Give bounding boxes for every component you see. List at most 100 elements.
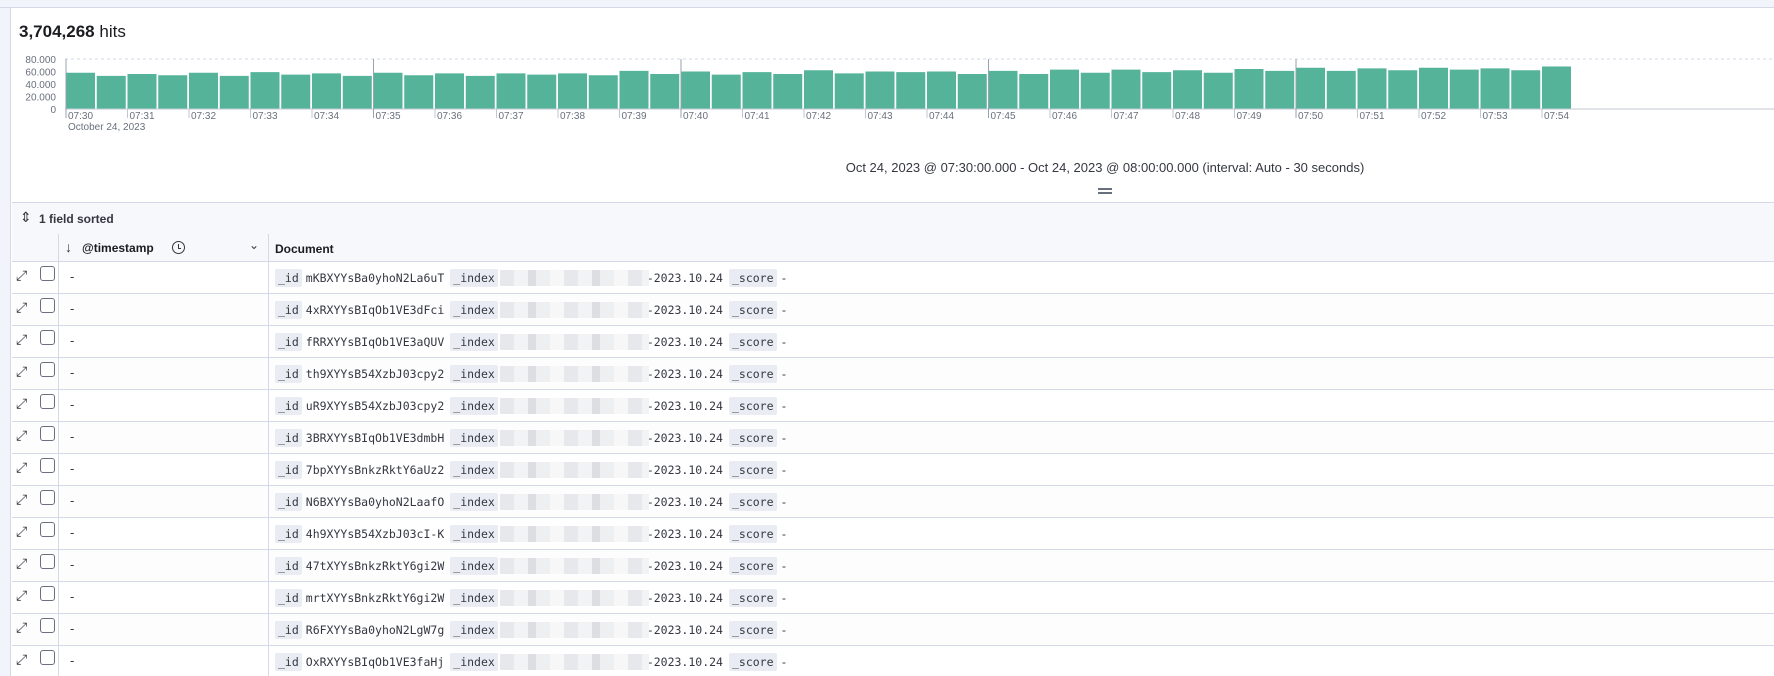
expand-icon[interactable]: ⤢: [16, 395, 27, 412]
expand-icon[interactable]: ⤢: [16, 555, 27, 572]
histogram-bar[interactable]: [1326, 70, 1356, 109]
expand-icon[interactable]: ⤢: [16, 427, 27, 444]
histogram-bar[interactable]: [1357, 68, 1387, 109]
histogram-bar[interactable]: [896, 72, 926, 109]
sort-descending-icon[interactable]: ↓: [65, 239, 72, 255]
expand-icon[interactable]: ⤢: [16, 619, 27, 636]
histogram-bar[interactable]: [834, 73, 864, 109]
histogram-chart[interactable]: 80.000 60.00040.000 20.0000 07:30 07:31 07:32…: [11, 56, 1774, 152]
expand-icon[interactable]: ⤢: [16, 651, 27, 668]
histogram-bar[interactable]: [927, 71, 956, 110]
header-document-column[interactable]: Document: [269, 234, 1774, 262]
histogram-bar[interactable]: [1019, 74, 1049, 109]
row-checkbox[interactable]: [40, 554, 55, 569]
histogram-bar[interactable]: [404, 75, 434, 109]
histogram-bar[interactable]: [281, 74, 311, 109]
table-row[interactable]: ⤢ - _id 4h9XYYsB54XzbJ03cI-K _index -2023.10.…: [12, 518, 1774, 550]
table-row[interactable]: ⤢ - _id mrtXYYsBnkzRktY6gi2W _index -2023.10.…: [12, 582, 1774, 614]
x-tick-label: 07:30: [68, 111, 93, 122]
histogram-bar[interactable]: [342, 75, 372, 109]
histogram-bar[interactable]: [527, 74, 557, 109]
row-checkbox[interactable]: [40, 586, 55, 601]
sort-fields-button[interactable]: 1 field sorted: [39, 212, 114, 226]
histogram-bar[interactable]: [465, 75, 495, 109]
histogram-bar[interactable]: [681, 71, 710, 110]
table-row[interactable]: ⤢ - _id 4xRXYYsBIqOb1VE3dFci _index -2023.10.…: [12, 294, 1774, 326]
histogram-bar[interactable]: [219, 75, 249, 109]
histogram-bar[interactable]: [1080, 72, 1110, 109]
sort-fields-icon[interactable]: ⇕: [20, 209, 32, 226]
row-checkbox[interactable]: [40, 330, 55, 345]
histogram-bar[interactable]: [1388, 70, 1418, 109]
histogram-bar[interactable]: [496, 73, 526, 109]
histogram-bar[interactable]: [158, 75, 188, 109]
histogram-bar[interactable]: [373, 72, 403, 109]
histogram-bar[interactable]: [619, 70, 649, 109]
histogram-bar[interactable]: [1419, 67, 1448, 109]
chevron-down-icon[interactable]: ⌄: [249, 238, 259, 252]
histogram-bar[interactable]: [66, 72, 95, 109]
histogram-bar[interactable]: [96, 75, 126, 109]
expand-icon[interactable]: ⤢: [16, 331, 27, 348]
histogram-bar[interactable]: [435, 73, 464, 109]
histogram-bar[interactable]: [988, 70, 1018, 109]
histogram-bar[interactable]: [804, 70, 833, 109]
resize-handle[interactable]: [1098, 188, 1112, 194]
row-checkbox[interactable]: [40, 522, 55, 537]
table-row[interactable]: ⤢ - _id OxRXYYsBIqOb1VE3faHj _index -2023.10.…: [12, 646, 1774, 676]
table-row[interactable]: ⤢ - _id uR9XYYsB54XzbJ03cpy2 _index -2023.10.…: [12, 390, 1774, 422]
histogram-bar[interactable]: [1050, 69, 1079, 109]
histogram-bar[interactable]: [773, 74, 803, 109]
timestamp-cell: -: [59, 518, 269, 549]
expand-icon[interactable]: ⤢: [16, 363, 27, 380]
histogram-bar[interactable]: [558, 73, 587, 109]
histogram-bar[interactable]: [1480, 68, 1510, 109]
histogram-bar[interactable]: [1265, 70, 1295, 109]
table-row[interactable]: ⤢ - _id N6BXYYsBa0yhoN2LaafO _index -2023.10.…: [12, 486, 1774, 518]
table-row[interactable]: ⤢ - _id 3BRXYYsBIqOb1VE3dmbH _index -2023.10.…: [12, 422, 1774, 454]
row-checkbox[interactable]: [40, 298, 55, 313]
histogram-bar[interactable]: [957, 74, 987, 109]
histogram-bar[interactable]: [1173, 70, 1202, 109]
row-checkbox[interactable]: [40, 362, 55, 377]
table-row[interactable]: ⤢ - _id fRRXYYsBIqOb1VE3aQUV _index -2023.10.…: [12, 326, 1774, 358]
row-checkbox[interactable]: [40, 650, 55, 665]
histogram-bar[interactable]: [1511, 70, 1541, 109]
table-row[interactable]: ⤢ - _id 7bpXYYsBnkzRktY6aUz2 _index -2023.10.…: [12, 454, 1774, 486]
row-checkbox[interactable]: [40, 426, 55, 441]
expand-icon[interactable]: ⤢: [16, 267, 27, 284]
timestamp-cell: -: [59, 582, 269, 613]
histogram-bar[interactable]: [127, 74, 157, 109]
histogram-bar[interactable]: [312, 73, 341, 109]
redacted-index-name: [499, 494, 649, 510]
expand-icon[interactable]: ⤢: [16, 523, 27, 540]
row-checkbox[interactable]: [40, 490, 55, 505]
histogram-bar[interactable]: [588, 75, 618, 109]
row-checkbox[interactable]: [40, 458, 55, 473]
histogram-bar[interactable]: [711, 74, 741, 109]
row-checkbox[interactable]: [40, 618, 55, 633]
histogram-bar[interactable]: [1449, 69, 1479, 109]
histogram-bar[interactable]: [189, 72, 218, 109]
histogram-bar[interactable]: [650, 74, 680, 109]
header-timestamp-column[interactable]: ↓ @timestamp ⌄: [59, 234, 269, 262]
histogram-bar[interactable]: [1234, 69, 1264, 109]
histogram-bar[interactable]: [1111, 69, 1141, 109]
histogram-bar[interactable]: [742, 72, 772, 109]
expand-icon[interactable]: ⤢: [16, 459, 27, 476]
histogram-bar[interactable]: [865, 71, 895, 110]
histogram-bar[interactable]: [1203, 72, 1233, 109]
table-row[interactable]: ⤢ - _id mKBXYYsBa0yhoN2La6uT _index -2023.10.…: [12, 262, 1774, 294]
row-checkbox[interactable]: [40, 394, 55, 409]
expand-icon[interactable]: ⤢: [16, 587, 27, 604]
expand-icon[interactable]: ⤢: [16, 299, 27, 316]
histogram-bar[interactable]: [1542, 66, 1571, 110]
histogram-bar[interactable]: [250, 72, 280, 109]
histogram-bar[interactable]: [1142, 72, 1172, 109]
row-checkbox[interactable]: [40, 266, 55, 281]
table-row[interactable]: ⤢ - _id th9XYYsB54XzbJ03cpy2 _index -2023.10.…: [12, 358, 1774, 390]
table-row[interactable]: ⤢ - _id R6FXYYsBa0yhoN2LgW7g _index -2023.10.…: [12, 614, 1774, 646]
expand-icon[interactable]: ⤢: [16, 491, 27, 508]
table-row[interactable]: ⤢ - _id 47tXYYsBnkzRktY6gi2W _index -2023.10.…: [12, 550, 1774, 582]
histogram-bar[interactable]: [1296, 67, 1325, 109]
